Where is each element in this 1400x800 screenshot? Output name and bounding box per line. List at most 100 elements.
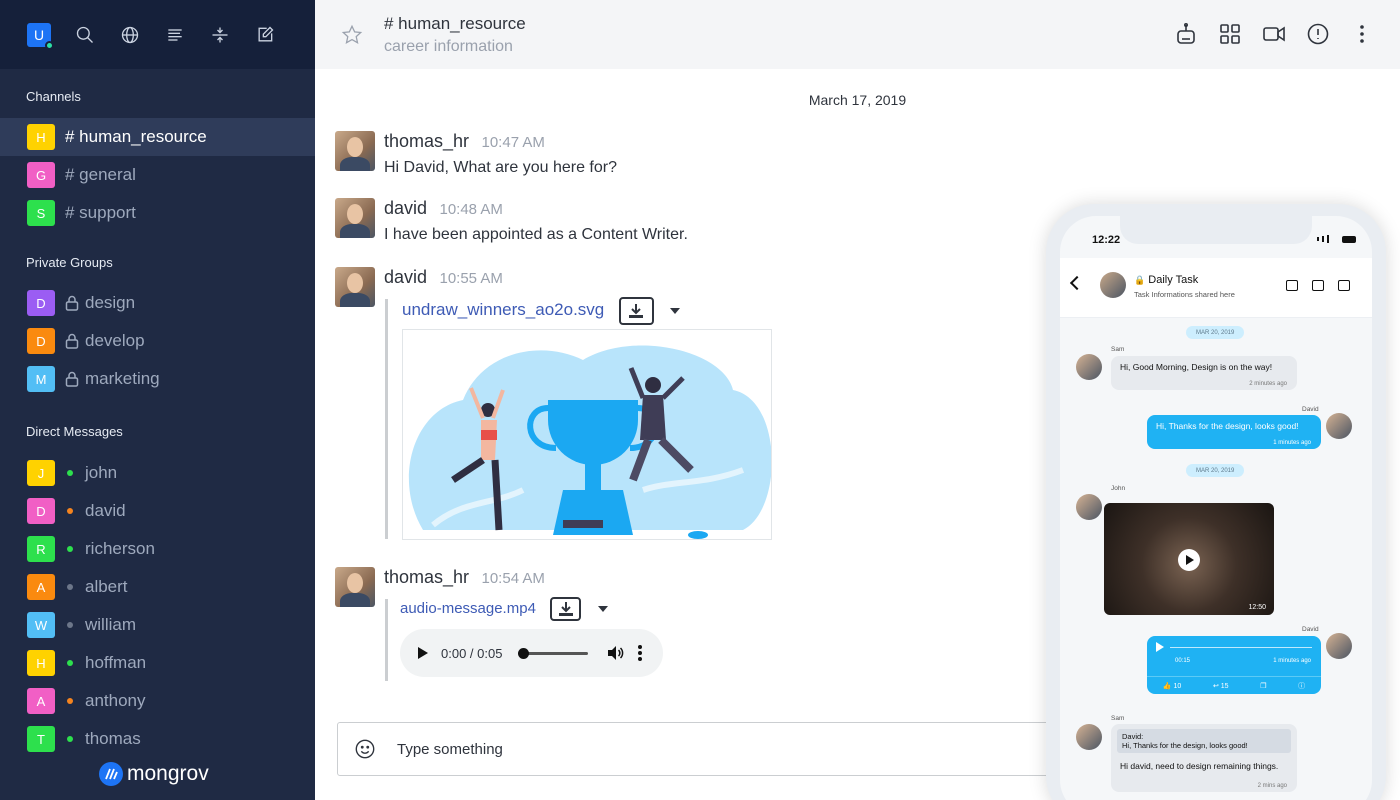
room-label: marketing (85, 369, 160, 388)
like-count[interactable]: 👍 10 (1163, 682, 1181, 690)
volume-icon[interactable] (606, 644, 624, 662)
user-avatar[interactable] (335, 567, 375, 607)
room-label: john (85, 463, 118, 482)
video-play-icon[interactable] (1178, 549, 1200, 571)
sidebar-item-anthony[interactable]: A anthony (0, 682, 315, 720)
phone-message-text: Hi, Good Morning, Design is on the way! (1120, 362, 1273, 372)
sidebar-item-human-resource[interactable]: H # human_resource (0, 118, 315, 156)
bot-icon[interactable] (1174, 22, 1198, 46)
reply-count-value: 15 (1220, 682, 1229, 690)
copy-icon[interactable]: ❐ (1260, 682, 1266, 690)
sidebar-toolbar: U (0, 0, 315, 69)
sidebar-item-general[interactable]: G # general (0, 156, 315, 194)
phone-avatar (1076, 494, 1102, 520)
sidebar-item-john[interactable]: J john (0, 454, 315, 492)
room-label: design (85, 293, 136, 312)
room-label: anthony (85, 691, 146, 710)
phone-message-author: Sam (1111, 715, 1125, 722)
attachment-link[interactable]: audio-message.mp4 (400, 600, 536, 617)
voice-actions: 👍 10 ↩ 15 ❐ ⓘ (1147, 676, 1321, 694)
sidebar-item-hoffman[interactable]: H hoffman (0, 644, 315, 682)
online-status-dot (45, 40, 54, 50)
phone-video-attachment[interactable]: 12:50 (1104, 503, 1274, 615)
clipboard-icon[interactable] (1312, 280, 1324, 291)
phone-date-pill: MAR 20, 2019 (1186, 464, 1245, 477)
date-separator: March 17, 2019 (808, 92, 907, 108)
display-list-icon[interactable] (164, 24, 186, 46)
audio-options-icon[interactable] (638, 645, 643, 661)
user-avatar[interactable] (335, 131, 375, 171)
sidebar-item-david[interactable]: D david (0, 492, 315, 530)
room-title: # human_resource (384, 13, 526, 33)
direct-message-list: J john D david R richerson A albert W wi… (0, 454, 315, 758)
video-call-icon[interactable] (1262, 22, 1286, 46)
phone-message-bubble: Hi, Thanks for the design, looks good! 1… (1147, 415, 1321, 449)
room-topic: career information (384, 37, 513, 55)
apps-grid-icon[interactable] (1218, 22, 1242, 46)
chat-avatar (1100, 272, 1126, 298)
sidebar-item-thomas[interactable]: T thomas (0, 720, 315, 758)
create-new-icon[interactable] (254, 24, 276, 46)
kebab-menu-icon[interactable] (1350, 22, 1374, 46)
download-button[interactable] (550, 597, 582, 621)
sidebar-item-develop[interactable]: D develop (0, 322, 315, 360)
phone-chat-title-text: Daily Task (1148, 274, 1199, 286)
channels-section-title: Channels (26, 89, 81, 104)
play-icon[interactable] (418, 647, 428, 659)
voice-play-icon[interactable] (1156, 642, 1164, 652)
phone-message-author: David (1302, 406, 1319, 413)
message-author[interactable]: david (384, 267, 427, 287)
emoji-icon[interactable] (354, 738, 376, 760)
sidebar-item-design[interactable]: D design (0, 284, 315, 322)
room-header-text: # human_resource career information (384, 14, 526, 56)
collapse-attachment-icon[interactable] (670, 308, 681, 314)
phone-message-time: 2 minutes ago (1249, 381, 1287, 387)
room-avatar: M (27, 366, 55, 392)
video-icon[interactable] (1338, 280, 1350, 291)
download-button[interactable] (618, 297, 654, 325)
sidebar-item-albert[interactable]: A albert (0, 568, 315, 606)
info-icon[interactable] (1306, 22, 1330, 46)
private-group-list: D design D develop M marketing (0, 284, 315, 398)
sidebar-item-support[interactable]: S # support (0, 194, 315, 232)
audio-time: 0:00 / 0:05 (441, 645, 503, 661)
room-avatar: W (27, 612, 55, 638)
message-author[interactable]: thomas_hr (384, 131, 469, 151)
message-header: david 10:55 AM (384, 267, 503, 288)
search-icon[interactable] (74, 24, 96, 46)
room-avatar: T (27, 726, 55, 752)
directory-globe-icon[interactable] (119, 24, 141, 46)
back-arrow-icon[interactable] (1069, 275, 1085, 291)
reply-count[interactable]: ↩ 15 (1213, 682, 1229, 690)
lock-icon (65, 371, 79, 387)
phone-mockup: 12:22 🔒 Daily Task Task Informations sha… (1046, 204, 1386, 800)
message-composer[interactable]: Type something (337, 722, 1077, 776)
sort-icon[interactable] (209, 24, 231, 46)
voice-time: 1 minutes ago (1273, 658, 1311, 664)
download-icon (558, 602, 573, 616)
phone-message-time: 2 mins ago (1257, 783, 1287, 789)
sidebar-item-richerson[interactable]: R richerson (0, 530, 315, 568)
room-avatar: H (27, 124, 55, 150)
status-dot (67, 508, 73, 514)
phone-screen: 12:22 🔒 Daily Task Task Informations sha… (1060, 216, 1372, 800)
message-author[interactable]: david (384, 198, 427, 218)
chat-bubble-icon[interactable] (1286, 280, 1298, 291)
sidebar-item-marketing[interactable]: M marketing (0, 360, 315, 398)
message-info-icon[interactable]: ⓘ (1298, 681, 1305, 691)
message-author[interactable]: thomas_hr (384, 567, 469, 587)
collapse-attachment-icon[interactable] (597, 606, 608, 612)
brand-mark-icon (99, 762, 123, 786)
status-dot (67, 698, 73, 704)
user-avatar[interactable] (335, 267, 375, 307)
attachment-link[interactable]: undraw_winners_ao2o.svg (402, 300, 604, 319)
user-avatar[interactable] (335, 198, 375, 238)
audio-seek-slider[interactable] (518, 647, 589, 659)
user-avatar[interactable]: U (27, 22, 54, 50)
attachment-image[interactable] (402, 329, 772, 540)
sidebar-item-william[interactable]: W william (0, 606, 315, 644)
room-avatar: A (27, 574, 55, 600)
lock-icon (65, 295, 79, 311)
voice-progress-track[interactable] (1170, 646, 1312, 648)
favorite-star-icon[interactable] (341, 24, 363, 46)
